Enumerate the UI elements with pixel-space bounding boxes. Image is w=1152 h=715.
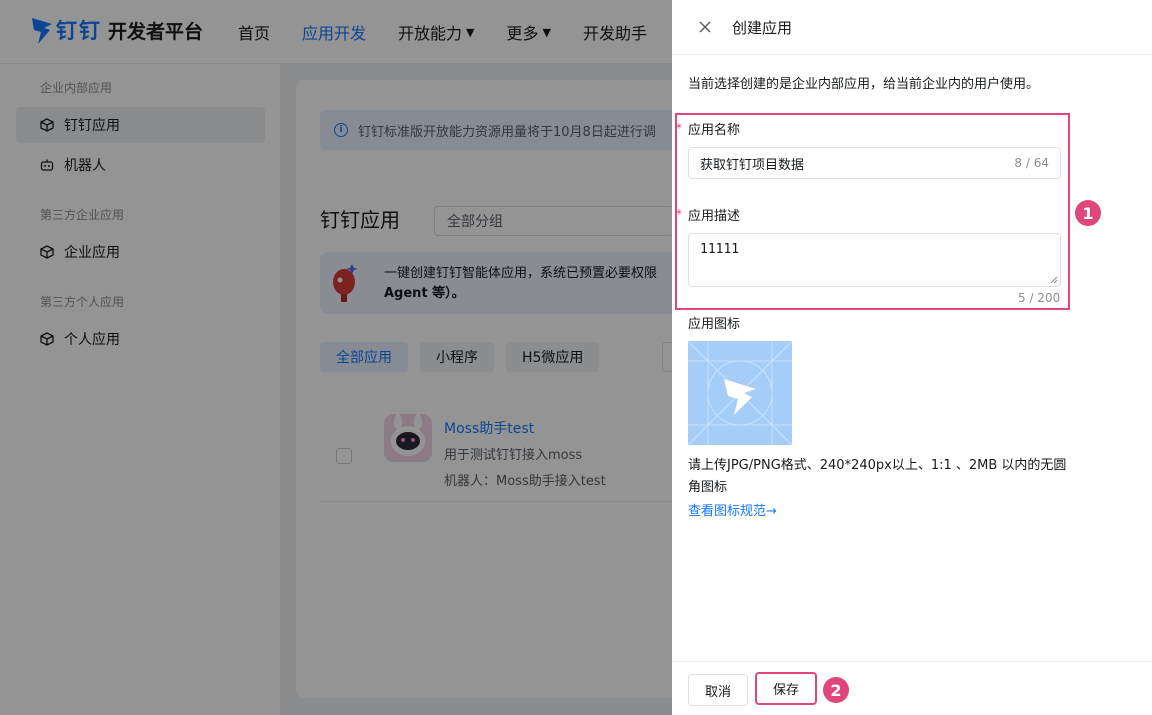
modal-overlay[interactable] [0, 0, 672, 715]
app-icon-uploader[interactable] [688, 341, 792, 445]
app-name-value: 获取钉钉项目数据 [700, 157, 805, 173]
app-name-count: 8 / 64 [1014, 156, 1049, 170]
required-mark: * [676, 207, 682, 221]
required-mark: * [676, 121, 682, 135]
app-name-label: 应用名称 [688, 123, 741, 138]
close-icon[interactable] [696, 18, 714, 36]
drawer-title: 创建应用 [732, 19, 793, 37]
icon-spec-link[interactable]: 查看图标规范→ [688, 500, 777, 519]
dingtalk-placeholder-icon [688, 341, 792, 445]
app-name-input[interactable]: 获取钉钉项目数据 8 / 64 [688, 147, 1061, 179]
annotation-badge-1: 1 [1075, 200, 1101, 226]
drawer-hint: 当前选择创建的是企业内部应用，给当前企业内的用户使用。 [688, 77, 1040, 92]
app-desc-label: 应用描述 [688, 209, 741, 224]
upload-tip: 请上传JPG/PNG格式、240*240px以上、1:1 、2MB 以内的无圆角… [688, 458, 1067, 495]
app-icon-label: 应用图标 [688, 317, 741, 332]
app-desc-count: 5 / 200 [1018, 291, 1061, 305]
annotation-badge-2: 2 [823, 677, 849, 703]
app-desc-textarea[interactable]: 11111 [688, 233, 1061, 287]
cancel-button[interactable]: 取消 [688, 674, 748, 706]
resize-grip-icon[interactable] [1050, 276, 1058, 284]
drawer-header: 创建应用 [672, 0, 1152, 55]
save-button[interactable]: 保存 [755, 672, 817, 705]
app-desc-value: 11111 [700, 242, 740, 257]
